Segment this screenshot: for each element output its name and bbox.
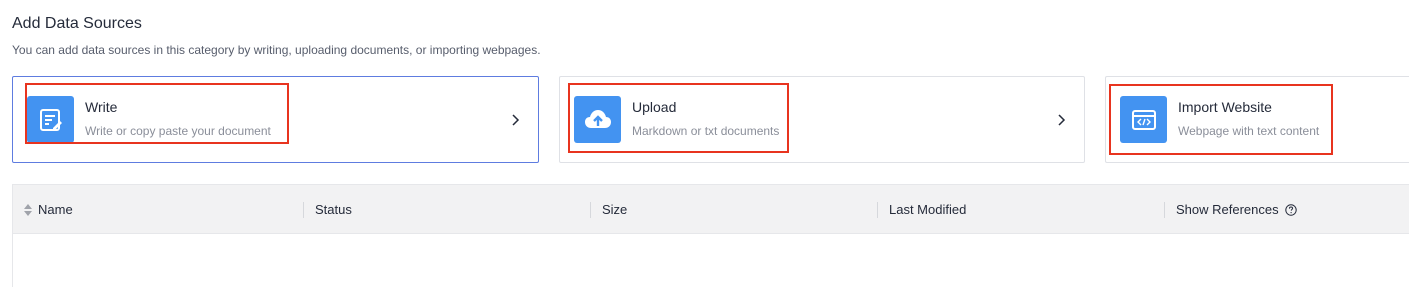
upload-card[interactable]: Upload Markdown or txt documents: [559, 76, 1085, 163]
import-website-card[interactable]: Import Website Webpage with text content: [1105, 76, 1409, 163]
column-header-last-modified[interactable]: Last Modified: [889, 202, 966, 217]
cloud-upload-icon: [574, 96, 621, 143]
webpage-code-icon: [1120, 96, 1167, 143]
chevron-right-icon: [512, 114, 520, 126]
write-card-description: Write or copy paste your document: [85, 124, 271, 138]
upload-card-description: Markdown or txt documents: [632, 124, 780, 138]
table-body: [12, 234, 1409, 287]
page-subtitle: You can add data sources in this categor…: [12, 43, 541, 57]
upload-card-title: Upload: [632, 99, 677, 115]
write-card-title: Write: [85, 99, 118, 115]
import-website-card-title: Import Website: [1178, 99, 1272, 115]
column-header-show-references[interactable]: Show References: [1176, 202, 1279, 217]
column-divider: [1164, 202, 1165, 218]
column-divider: [590, 202, 591, 218]
column-header-name[interactable]: Name: [38, 202, 73, 217]
table-header: Name Status Size Last Modified Show Refe…: [12, 184, 1409, 234]
page-title: Add Data Sources: [12, 15, 142, 32]
column-header-status[interactable]: Status: [315, 202, 352, 217]
edit-document-icon: [27, 96, 74, 143]
help-circle-icon[interactable]: [1285, 204, 1297, 216]
sort-icon[interactable]: [23, 203, 33, 217]
column-divider: [877, 202, 878, 218]
import-website-card-description: Webpage with text content: [1178, 124, 1320, 138]
write-card[interactable]: Write Write or copy paste your document: [12, 76, 539, 163]
column-divider: [303, 202, 304, 218]
chevron-right-icon: [1058, 114, 1066, 126]
column-header-size[interactable]: Size: [602, 202, 627, 217]
